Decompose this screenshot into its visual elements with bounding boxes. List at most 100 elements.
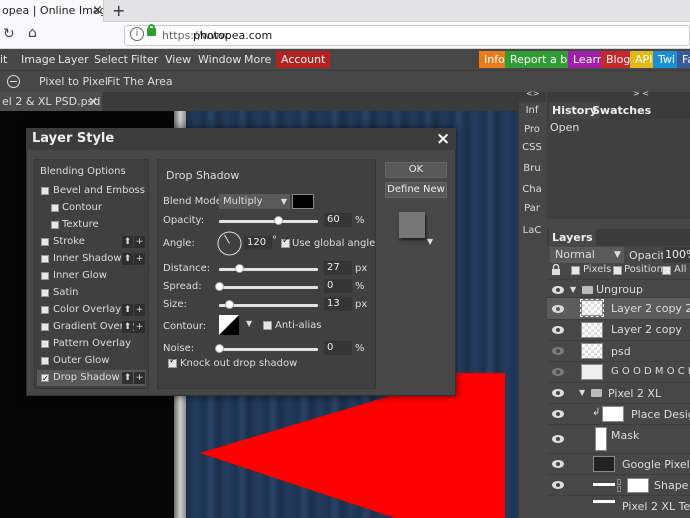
pixel-to-pixel-button[interactable]: Pixel to Pixel — [39, 74, 108, 89]
distance-slider[interactable] — [219, 268, 318, 271]
move-up-button[interactable]: ⬆ — [122, 304, 133, 316]
layer-row[interactable]: Layer 2 copy — [547, 319, 690, 340]
lock-position-checkbox[interactable] — [613, 266, 622, 275]
opacity-slider[interactable] — [219, 220, 318, 223]
strip-paragraph-button[interactable]: Par — [521, 200, 543, 218]
layer-row[interactable]: Mask — [547, 424, 690, 453]
move-up-button[interactable]: ⬆ — [122, 253, 133, 265]
add-effect-button[interactable]: + — [134, 304, 145, 316]
ok-button[interactable]: OK — [385, 162, 447, 178]
menu-filter[interactable]: Filter — [131, 49, 158, 70]
site-info-icon[interactable]: i — [130, 27, 144, 41]
spread-slider[interactable] — [219, 286, 318, 289]
chevron-down-icon[interactable]: ▼ — [246, 319, 252, 328]
layer-row[interactable]: ↲ Place Design — [547, 403, 690, 424]
zoom-out-icon[interactable] — [7, 75, 20, 88]
effect-color-overlay[interactable]: Color Overlay ⬆ + — [37, 302, 146, 318]
menu-image[interactable]: Image — [21, 49, 55, 70]
strip-character-button[interactable]: Cha — [521, 181, 543, 199]
effect-checkbox[interactable] — [51, 204, 59, 212]
menu-select[interactable]: Select — [94, 49, 128, 70]
lock-pixels-checkbox[interactable] — [571, 266, 580, 275]
facebook-button[interactable]: Fa — [677, 51, 690, 68]
chevron-down-icon[interactable]: ▼ — [579, 388, 585, 397]
layer-row[interactable]: ▼ Pixel 2 XL — [547, 382, 690, 403]
spread-slider-handle[interactable] — [215, 282, 224, 291]
size-slider-handle[interactable] — [224, 300, 234, 309]
define-new-button[interactable]: Define New — [385, 182, 447, 198]
home-icon[interactable]: ⌂ — [28, 25, 37, 41]
noise-input[interactable]: 0 — [324, 341, 352, 355]
eye-icon[interactable] — [551, 480, 565, 490]
add-effect-button[interactable]: + — [134, 321, 145, 333]
distance-slider-handle[interactable] — [234, 264, 244, 273]
strip-layer-comps-button[interactable]: LaC — [521, 222, 543, 240]
effect-checkbox[interactable] — [41, 306, 49, 314]
menu-more[interactable]: More — [244, 49, 271, 70]
noise-slider-handle[interactable] — [215, 344, 224, 353]
eye-icon[interactable] — [551, 367, 565, 377]
noise-slider[interactable] — [219, 348, 318, 351]
use-global-angle-checkbox[interactable] — [281, 236, 290, 248]
angle-dial[interactable] — [217, 231, 242, 256]
angle-input[interactable]: 120 — [244, 236, 272, 250]
strip-properties-button[interactable]: Pro — [521, 121, 543, 139]
effect-gradient-overlay[interactable]: Gradient Overlay ⬆ + — [37, 319, 146, 335]
effect-checkbox[interactable] — [41, 357, 49, 365]
effect-blending-options[interactable]: Blending Options — [37, 164, 146, 180]
eye-icon[interactable] — [551, 285, 565, 295]
contour-preview[interactable] — [219, 315, 239, 335]
effect-checkbox[interactable] — [41, 340, 49, 348]
strip-expand-icon[interactable]: <> — [526, 89, 539, 98]
anti-alias-checkbox[interactable] — [263, 321, 272, 330]
layer-blend-mode-select[interactable]: Normal — [550, 247, 624, 263]
close-tab-icon[interactable]: × — [92, 0, 104, 22]
menu-window[interactable]: Window — [198, 49, 241, 70]
close-document-icon[interactable]: × — [88, 92, 100, 111]
strip-brush-button[interactable]: Bru — [521, 160, 543, 178]
move-up-button[interactable]: ⬆ — [122, 236, 133, 248]
opacity-input[interactable]: 60 — [324, 213, 352, 227]
effect-outer-glow[interactable]: Outer Glow — [37, 353, 146, 369]
menu-view[interactable]: View — [165, 49, 191, 70]
effect-texture[interactable]: Texture — [37, 217, 146, 233]
strip-info-button[interactable]: Inf — [521, 102, 543, 120]
effect-contour[interactable]: Contour — [37, 200, 146, 216]
account-button[interactable]: Account — [276, 51, 331, 68]
spread-input[interactable]: 0 — [324, 279, 352, 293]
effect-checkbox[interactable] — [41, 371, 49, 387]
close-icon[interactable]: × — [436, 128, 454, 150]
blend-mode-select[interactable]: Multiply ▼ — [219, 194, 290, 209]
effect-checkbox[interactable] — [51, 221, 59, 229]
eye-icon[interactable] — [551, 459, 565, 469]
shadow-color-swatch[interactable] — [292, 194, 314, 209]
eye-icon[interactable] — [551, 304, 565, 314]
layer-opacity-input[interactable]: 100% — [663, 247, 690, 263]
eye-icon[interactable] — [551, 346, 565, 356]
layer-row[interactable]: ▯▯ Shape 1 — [547, 474, 690, 495]
effect-checkbox[interactable] — [41, 289, 49, 297]
effect-checkbox[interactable] — [41, 255, 49, 263]
lock-all-checkbox[interactable] — [662, 266, 671, 275]
move-up-button[interactable]: ⬆ — [122, 372, 133, 384]
add-effect-button[interactable]: + — [134, 236, 145, 248]
effect-bevel-emboss[interactable]: Bevel and Emboss — [37, 183, 146, 199]
menu-layer[interactable]: Layer — [58, 49, 89, 70]
effect-checkbox[interactable] — [41, 238, 49, 246]
twitter-button[interactable]: Twi — [653, 51, 680, 68]
layer-row[interactable]: G O O D M O C K U — [547, 361, 690, 382]
effect-inner-glow[interactable]: Inner Glow — [37, 268, 146, 284]
layer-row[interactable]: Google Pixel 2 XL — [547, 453, 690, 474]
knock-out-checkbox[interactable] — [168, 356, 177, 368]
add-effect-button[interactable]: + — [134, 372, 145, 384]
effect-pattern-overlay[interactable]: Pattern Overlay — [37, 336, 146, 352]
collapse-panel-icon[interactable]: > < — [633, 89, 649, 98]
reload-icon[interactable]: ↻ — [3, 26, 15, 42]
eye-icon[interactable] — [551, 434, 565, 444]
eye-icon[interactable] — [551, 388, 565, 398]
document-tab[interactable]: el 2 & XL PSD.psd * — [0, 92, 102, 111]
layer-row[interactable]: psd — [547, 340, 690, 361]
effect-inner-shadow[interactable]: Inner Shadow ⬆ + — [37, 251, 146, 267]
eye-icon[interactable] — [551, 409, 565, 419]
history-item[interactable]: Open — [550, 121, 579, 134]
